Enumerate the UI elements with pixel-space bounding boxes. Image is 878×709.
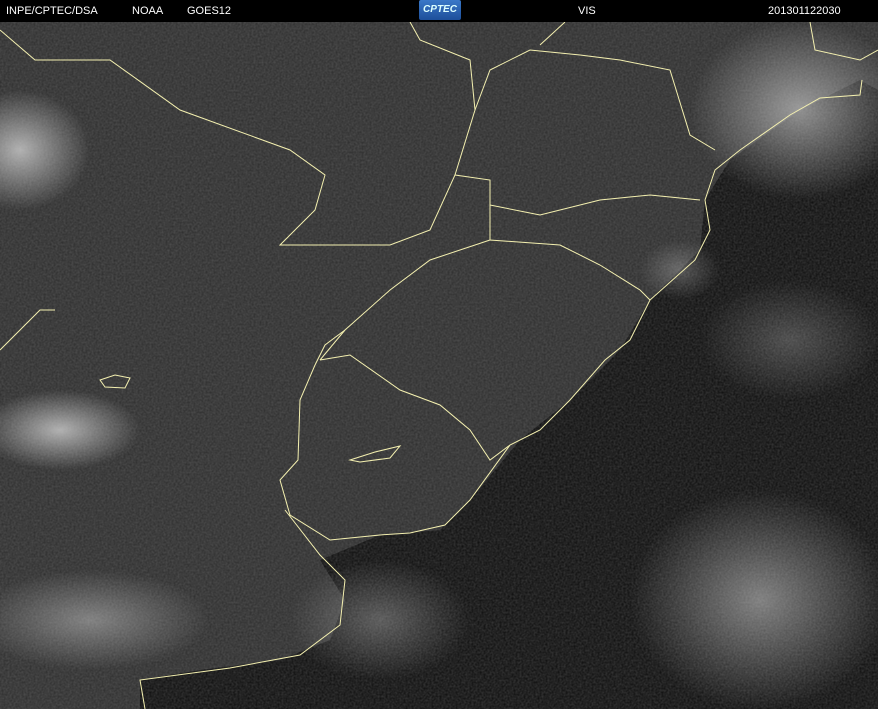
cptec-logo: CPTEC [419, 0, 461, 20]
satellite-label: GOES12 [187, 5, 232, 17]
timestamp-label: 201301122030 [768, 5, 841, 17]
agency-label: NOAA [132, 5, 164, 17]
satellite-image [0, 22, 878, 709]
channel-label: VIS [578, 5, 596, 17]
source-label: INPE/CPTEC/DSA [6, 5, 98, 17]
satellite-viewer: INPE/CPTEC/DSA NOAA GOES12 CPTEC VIS 201… [0, 0, 878, 709]
image-header: INPE/CPTEC/DSA NOAA GOES12 CPTEC VIS 201… [0, 0, 878, 22]
